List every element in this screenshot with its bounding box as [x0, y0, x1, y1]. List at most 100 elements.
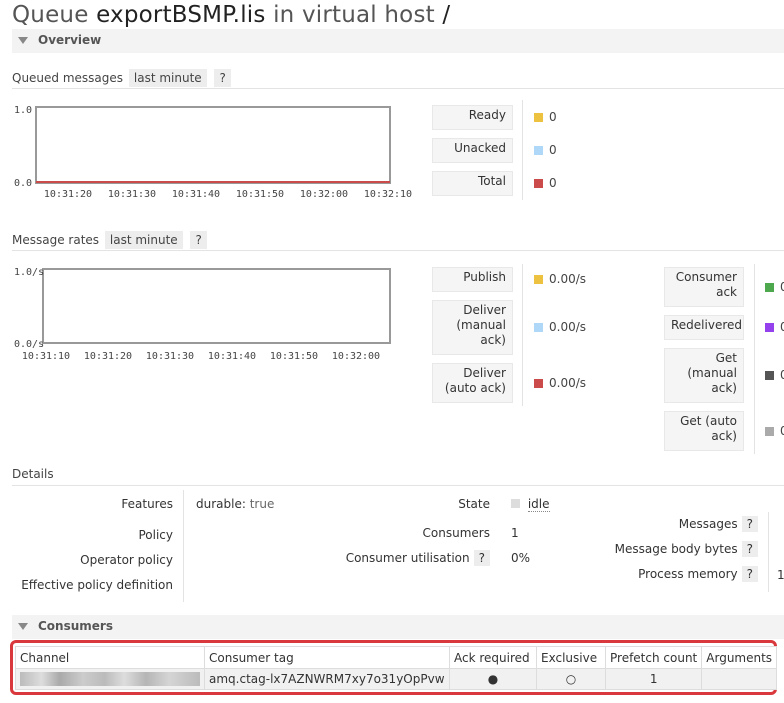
- legend-divider: [522, 264, 523, 406]
- consumer-utilisation-label: Consumer utilisation?: [300, 550, 490, 566]
- col-consumer-tag: Consumer tag: [204, 646, 450, 669]
- col-arguments: Arguments: [701, 646, 778, 669]
- y-tick-label: 0.0/s: [14, 339, 44, 350]
- legend-publish-label: Publish: [432, 267, 513, 292]
- legend-total-swatch: [534, 179, 543, 188]
- details-divider: [768, 512, 769, 592]
- consumers-value: 1: [511, 526, 519, 540]
- consumers-table: Channel Consumer tag Ack required Exclus…: [15, 646, 778, 690]
- table-row: amq.ctag-lx7AZNWRM7xy7o31yOpPvw ● ○ 1: [15, 668, 778, 690]
- divider: [12, 250, 784, 251]
- messages-help-button[interactable]: ?: [741, 516, 758, 532]
- consumer-tag-cell: amq.ctag-lx7AZNWRM7xy7o31yOpPvw: [204, 668, 450, 690]
- queued-messages-chart: 1.0 0.0 10:31:20 10:31:30 10:31:40 10:31:50…: [12, 102, 422, 207]
- legend-get-auto-label: Get (auto ack): [664, 411, 744, 451]
- message-body-bytes-text: Message body bytes: [614, 542, 738, 556]
- collapse-triangle-icon: [18, 37, 28, 44]
- legend-ready-value: 0: [549, 110, 557, 124]
- message-rates-header: Message rates last minute ?: [12, 231, 207, 249]
- legend-publish-swatch: [534, 275, 543, 284]
- chart-plot-area: [42, 268, 391, 344]
- y-tick-label: 0.0: [14, 178, 32, 189]
- legend-total-label: Total: [432, 171, 513, 196]
- x-tick-label: 10:31:40: [172, 189, 220, 200]
- legend-redelivered-swatch: [765, 323, 774, 332]
- y-tick-label: 1.0/s: [14, 267, 44, 278]
- queued-messages-header: Queued messages last minute ?: [12, 69, 231, 87]
- legend-deliver-manual-label: Deliver (manual ack): [432, 300, 513, 355]
- overview-label: Overview: [38, 33, 102, 47]
- x-tick-label: 10:31:40: [208, 351, 256, 362]
- features-label: Features: [121, 497, 173, 511]
- message-rates-chart-svg: 1.0/s 0.0/s 10:31:10 10:31:20 10:31:30 10:3…: [14, 267, 391, 362]
- x-tick-label: 10:32:00: [300, 189, 348, 200]
- x-tick-label: 10:31:50: [236, 189, 284, 200]
- process-memory-help-button[interactable]: ?: [741, 566, 758, 582]
- message-body-bytes-label: Message body bytes?: [580, 541, 758, 557]
- legend-unacked-swatch: [534, 146, 543, 155]
- legend-deliver-manual-value: 0.00/s: [549, 320, 587, 334]
- queued-messages-chart-svg: 1.0 0.0 10:31:20 10:31:30 10:31:40 10:31:50…: [14, 105, 412, 200]
- x-tick-label: 10:31:20: [44, 189, 92, 200]
- x-tick-label: 10:31:30: [146, 351, 194, 362]
- exclusive-cell: ○: [536, 668, 606, 690]
- features-key: durable:: [196, 497, 246, 511]
- legend-consumer-ack-swatch: [765, 283, 774, 292]
- x-tick-label: 10:32:00: [332, 351, 380, 362]
- x-tick-label: 10:31:50: [270, 351, 318, 362]
- message-rates-help-button[interactable]: ?: [190, 231, 207, 249]
- state-label: State: [458, 497, 490, 511]
- legend-get-manual-value: 0: [780, 368, 784, 382]
- col-channel: Channel: [15, 646, 205, 669]
- x-tick-label: 10:31:20: [84, 351, 132, 362]
- message-body-bytes-help-button[interactable]: ?: [741, 541, 758, 557]
- legend-get-manual-label: Get (manual ack): [664, 348, 744, 403]
- chart-plot-area: [35, 106, 391, 184]
- legend-get-auto-value: 0: [780, 424, 784, 438]
- process-memory-value: 1: [777, 568, 784, 582]
- y-tick-label: 1.0: [14, 105, 32, 116]
- channel-cell[interactable]: [15, 668, 205, 690]
- policy-label: Policy: [138, 528, 173, 542]
- legend-get-manual-swatch: [765, 371, 774, 380]
- divider: [12, 485, 784, 486]
- legend-total-value: 0: [549, 176, 557, 190]
- details-header: Details: [12, 467, 54, 481]
- ack-required-cell: ●: [449, 668, 537, 690]
- message-rates-label: Message rates: [12, 233, 100, 247]
- consumers-label: Consumers: [38, 619, 113, 633]
- legend-deliver-manual-swatch: [534, 323, 543, 332]
- legend-ready-swatch: [534, 113, 543, 122]
- legend-redelivered-label: Redelivered: [664, 315, 744, 340]
- legend-deliver-auto-value: 0.00/s: [549, 376, 587, 390]
- collapse-triangle-icon: [18, 623, 28, 630]
- divider: [12, 88, 784, 89]
- queued-messages-help-button[interactable]: ?: [214, 69, 231, 87]
- operator-policy-label: Operator policy: [80, 553, 173, 567]
- queued-messages-range[interactable]: last minute: [128, 69, 207, 87]
- state-idle-text[interactable]: idle: [527, 497, 550, 512]
- message-rates-range[interactable]: last minute: [104, 231, 183, 249]
- legend-divider: [522, 100, 523, 200]
- details-divider: [183, 490, 184, 602]
- col-ack-required: Ack required: [449, 646, 537, 669]
- legend-consumer-ack-label: Consumer ack: [664, 267, 744, 307]
- overview-section-toggle[interactable]: Overview: [12, 29, 784, 53]
- queue-name: exportBSMP.lis: [96, 2, 266, 28]
- features-value: durable: true: [196, 497, 274, 511]
- x-tick-label: 10:31:30: [108, 189, 156, 200]
- vhost-name: /: [442, 2, 451, 28]
- legend-unacked-label: Unacked: [432, 138, 513, 163]
- effective-policy-label: Effective policy definition: [21, 578, 173, 592]
- consumers-section-toggle[interactable]: Consumers: [12, 615, 784, 639]
- page-title: Queue exportBSMP.lis in virtual host /: [12, 2, 450, 28]
- state-value: idle: [511, 497, 550, 512]
- consumer-utilisation-help-button[interactable]: ?: [473, 550, 490, 566]
- legend-publish-value: 0.00/s: [549, 272, 587, 286]
- consumer-utilisation-text: Consumer utilisation: [345, 551, 470, 565]
- title-middle: in virtual host: [273, 2, 435, 28]
- features-durable-value: true: [249, 497, 275, 511]
- messages-text: Messages: [678, 517, 738, 531]
- legend-redelivered-value: 0: [780, 320, 784, 334]
- prefetch-count-cell: 1: [604, 668, 703, 690]
